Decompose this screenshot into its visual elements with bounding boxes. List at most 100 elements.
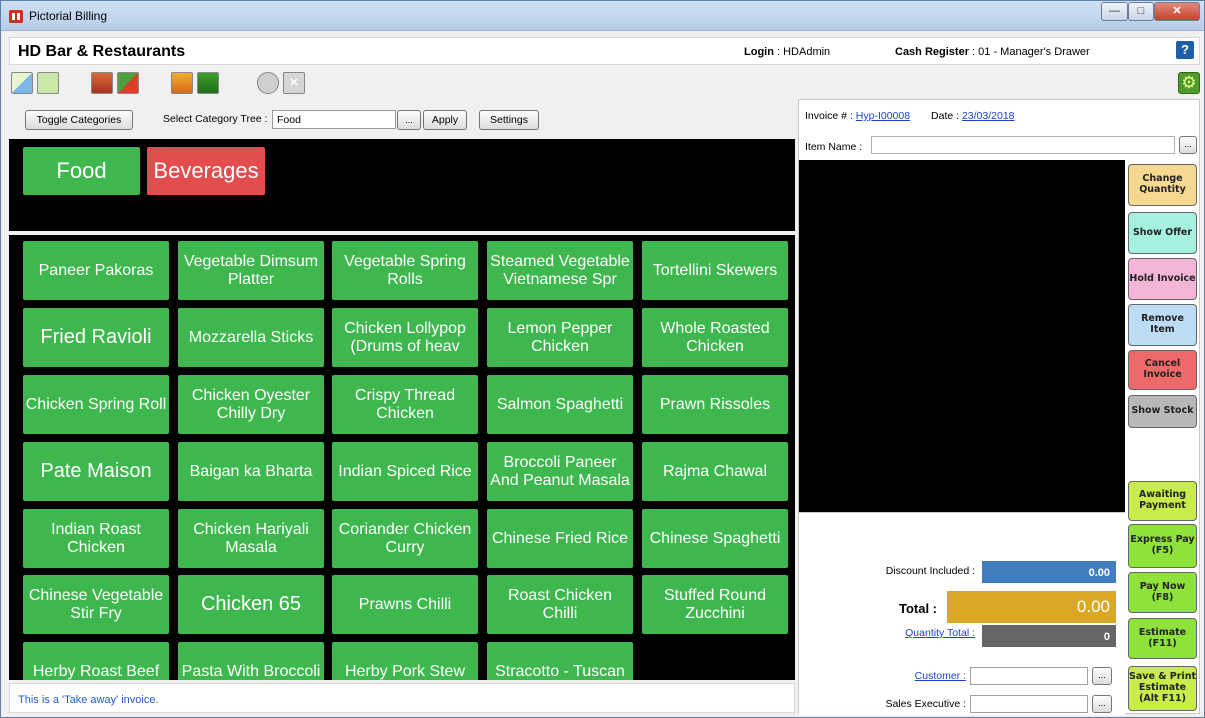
sales-executive-input[interactable] [970, 695, 1088, 713]
invoice-panel: Invoice # : Hyp-I00008 Date : 23/03/2018… [798, 99, 1200, 715]
item-tile[interactable]: Crispy Thread Chicken [332, 375, 478, 434]
item-tile[interactable]: Baigan ka Bharta [178, 442, 324, 501]
item-tile[interactable]: Broccoli Paneer And Peanut Masala [487, 442, 633, 501]
save-print-estimate-button[interactable]: Save & Print Estimate (Alt F11) [1128, 666, 1197, 711]
item-tile[interactable]: Chinese Spaghetti [642, 509, 788, 568]
totals-panel: Discount Included : 0.00 Total : 0.00 Qu… [799, 512, 1125, 715]
item-tile[interactable]: Pasta With Broccoli [178, 642, 324, 680]
awaiting-payment-button[interactable]: Awaiting Payment [1128, 481, 1197, 521]
item-tile[interactable]: Chicken Oyester Chilly Dry [178, 375, 324, 434]
item-tile[interactable]: Indian Spiced Rice [332, 442, 478, 501]
item-tile[interactable]: Mozzarella Sticks [178, 308, 324, 367]
show-stock-button[interactable]: Show Stock [1128, 395, 1197, 428]
item-tile[interactable]: Vegetable Spring Rolls [332, 241, 478, 300]
status-bar: This is a 'Take away' invoice. [9, 683, 795, 713]
cancel-invoice-button[interactable]: Cancel Invoice [1128, 350, 1197, 390]
item-tile[interactable]: Roast Chicken Chilli [487, 575, 633, 634]
change-quantity-button[interactable]: Change Quantity [1128, 164, 1197, 206]
invoice-item-list[interactable] [799, 160, 1125, 512]
invoice-header: Invoice # : Hyp-I00008 Date : 23/03/2018 [805, 110, 1015, 122]
minimize-button[interactable]: — [1101, 2, 1128, 21]
login-value: HDAdmin [783, 46, 831, 58]
app-logo-icon [9, 10, 23, 23]
express-pay-button[interactable]: Express Pay (F5) [1128, 524, 1197, 568]
toolbar: ✕ ⚙ [9, 69, 1200, 97]
category-browse-button[interactable]: ... [397, 110, 421, 130]
item-tile[interactable]: Coriander Chicken Curry [332, 509, 478, 568]
item-tile[interactable]: Indian Roast Chicken [23, 509, 169, 568]
date-link[interactable]: 23/03/2018 [962, 110, 1015, 122]
category-toolbar: Toggle Categories Select Category Tree :… [9, 107, 795, 135]
company-name: HD Bar & Restaurants [18, 43, 186, 60]
barcode-icon[interactable] [37, 72, 59, 94]
total-value: 0.00 [947, 591, 1116, 623]
pay-now-button[interactable]: Pay Now (F8) [1128, 572, 1197, 613]
customer-browse-button[interactable]: ... [1092, 667, 1112, 685]
item-tile[interactable]: Herby Pork Stew [332, 642, 478, 680]
customer-link[interactable]: Customer : [829, 670, 966, 682]
item-tile[interactable]: Chicken 65 [178, 575, 324, 634]
close-button[interactable]: ✕ [1154, 2, 1200, 21]
settings-gear-icon[interactable]: ⚙ [1178, 72, 1200, 94]
item-tile[interactable]: Prawn Rissoles [642, 375, 788, 434]
item-tile[interactable]: Herby Roast Beef [23, 642, 169, 680]
customer-input[interactable] [970, 667, 1088, 685]
category-food[interactable]: Food [23, 147, 140, 195]
item-tile[interactable]: Whole Roasted Chicken [642, 308, 788, 367]
new-invoice-icon[interactable] [11, 72, 33, 94]
category-beverages[interactable]: Beverages [147, 147, 265, 195]
item-tile[interactable]: Stuffed Round Zucchini [642, 575, 788, 634]
toggle-categories-button[interactable]: Toggle Categories [25, 110, 133, 130]
disabled-refresh-icon [257, 72, 279, 94]
window-title: Pictorial Billing [29, 9, 108, 23]
cash-register-value: 01 - Manager's Drawer [978, 46, 1090, 58]
discount-label: Discount Included : [885, 565, 975, 577]
total-label: Total : [898, 601, 937, 616]
show-offer-button[interactable]: Show Offer [1128, 212, 1197, 254]
category-panel: Food Beverages [9, 139, 795, 231]
estimate-button[interactable]: Estimate (F11) [1128, 618, 1197, 659]
invoice-number-label: Invoice # : [805, 110, 853, 122]
calculator-icon[interactable] [171, 72, 193, 94]
apply-button[interactable]: Apply [423, 110, 467, 130]
item-tile[interactable]: Chinese Fried Rice [487, 509, 633, 568]
login-label: Login [744, 46, 774, 58]
disabled-delete-icon: ✕ [283, 72, 305, 94]
item-tile[interactable]: Pate Maison [23, 442, 169, 501]
item-tile[interactable]: Salmon Spaghetti [487, 375, 633, 434]
item-tile[interactable]: Fried Ravioli [23, 308, 169, 367]
item-tile[interactable]: Steamed Vegetable Vietnamese Spr [487, 241, 633, 300]
item-tile[interactable]: Prawns Chilli [332, 575, 478, 634]
invoice-number-link[interactable]: Hyp-I00008 [856, 110, 910, 122]
report-icon[interactable] [91, 72, 113, 94]
sales-executive-browse-button[interactable]: ... [1092, 695, 1112, 713]
item-tile[interactable]: Vegetable Dimsum Platter [178, 241, 324, 300]
invoice-type-message: This is a 'Take away' invoice. [18, 694, 159, 706]
export-icon[interactable] [197, 72, 219, 94]
item-tile[interactable]: Rajma Chawal [642, 442, 788, 501]
login-info: Login : HDAdmin [744, 46, 831, 58]
sales-executive-label: Sales Executive : [885, 698, 966, 710]
item-tile[interactable]: Chicken Spring Roll [23, 375, 169, 434]
item-tile[interactable]: Paneer Pakoras [23, 241, 169, 300]
item-name-input[interactable] [871, 136, 1175, 154]
settings-button[interactable]: Settings [479, 110, 539, 130]
discount-value: 0.00 [982, 561, 1116, 583]
quantity-total-link[interactable]: Quantity Total : [829, 627, 975, 639]
item-tile[interactable]: Tortellini Skewers [642, 241, 788, 300]
maximize-button[interactable]: □ [1128, 2, 1154, 21]
item-tile[interactable]: Stracotto - Tuscan [487, 642, 633, 680]
multi-register-icon[interactable] [117, 72, 139, 94]
item-name-browse-button[interactable]: ... [1179, 136, 1197, 154]
quantity-total-value: 0 [982, 625, 1116, 647]
item-tile[interactable]: Chicken Lollypop (Drums of heav [332, 308, 478, 367]
cash-register-label: Cash Register [895, 46, 969, 58]
category-tree-label: Select Category Tree : [163, 113, 268, 125]
help-button[interactable]: ? [1176, 41, 1194, 59]
category-tree-input[interactable] [272, 110, 396, 129]
item-tile[interactable]: Chinese Vegetable Stir Fry [23, 575, 169, 634]
hold-invoice-button[interactable]: Hold Invoice [1128, 258, 1197, 300]
item-tile[interactable]: Lemon Pepper Chicken [487, 308, 633, 367]
item-tile[interactable]: Chicken Hariyali Masala [178, 509, 324, 568]
remove-item-button[interactable]: Remove Item [1128, 304, 1197, 346]
